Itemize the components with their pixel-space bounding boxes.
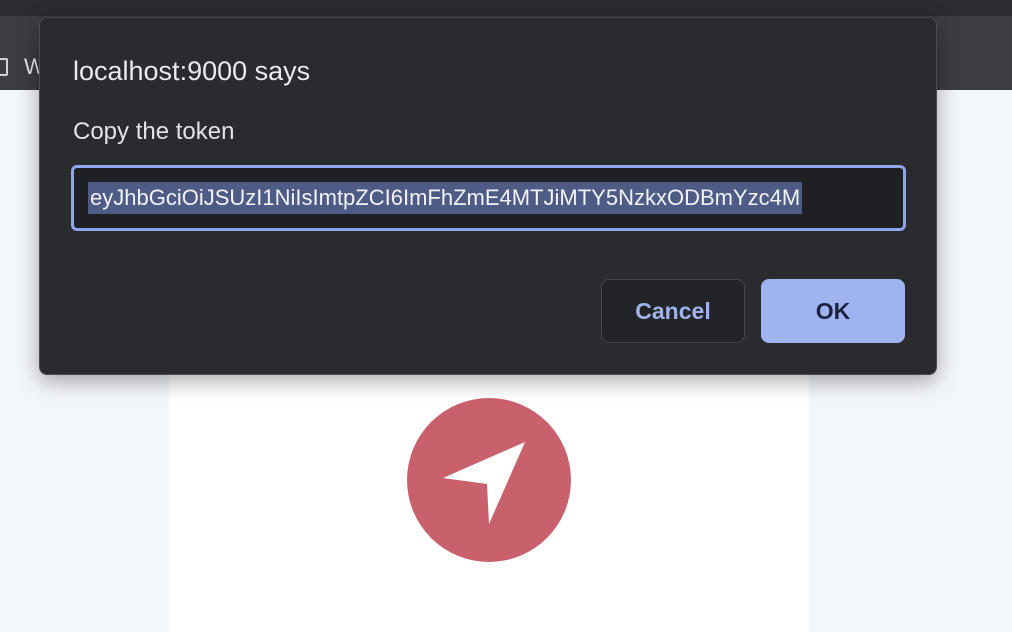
alert-dialog: localhost:9000 says Copy the token eyJhb… (39, 17, 937, 375)
dialog-message: Copy the token (73, 118, 235, 145)
ok-button[interactable]: OK (761, 279, 905, 343)
browser-top-bar (0, 0, 1012, 16)
tab-page-icon[interactable] (0, 58, 8, 76)
navigation-arrow-icon (407, 398, 571, 562)
token-input[interactable]: eyJhbGciOiJSUzI1NiIsImtpZCI6ImFhZmE4MTJi… (71, 165, 906, 231)
dialog-title: localhost:9000 says (73, 56, 311, 86)
cancel-button[interactable]: Cancel (601, 279, 745, 343)
token-input-value[interactable]: eyJhbGciOiJSUzI1NiIsImtpZCI6ImFhZmE4MTJi… (88, 182, 803, 214)
